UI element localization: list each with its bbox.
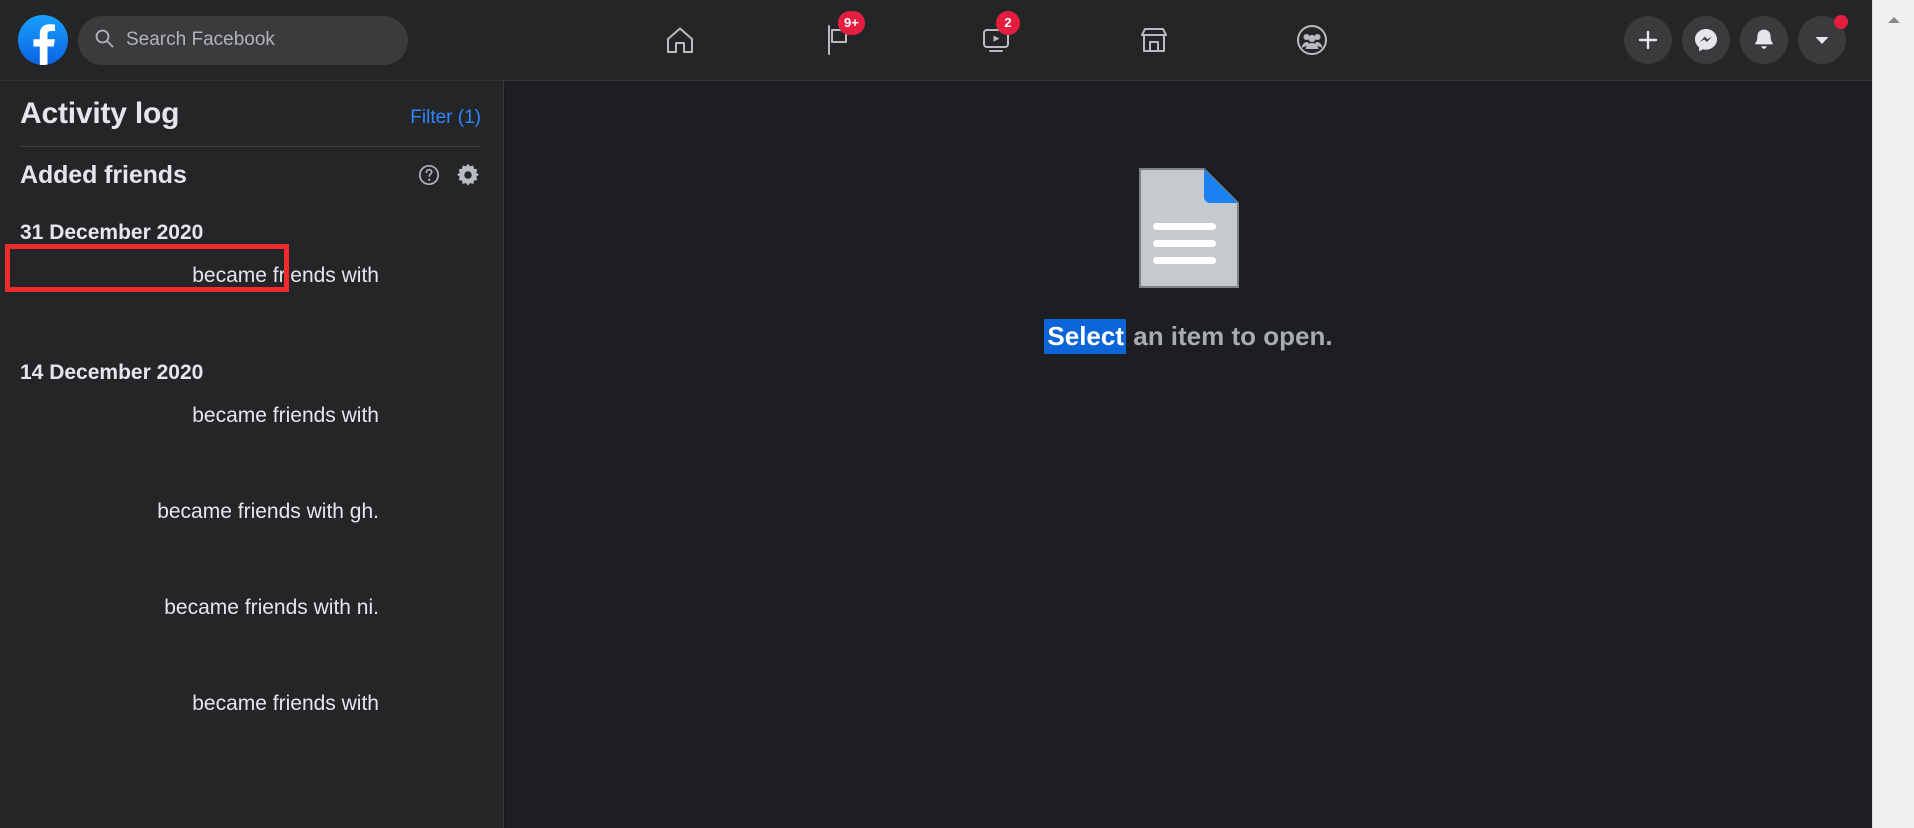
caret-up-icon <box>1886 14 1902 26</box>
avatar <box>28 599 114 685</box>
section-title: Added friends <box>20 160 187 189</box>
avatar <box>28 407 114 493</box>
nav-groups-button[interactable] <box>1282 14 1342 66</box>
facebook-logo-icon[interactable] <box>18 15 68 65</box>
avatar <box>28 267 114 353</box>
search-input[interactable]: Search Facebook <box>78 15 408 65</box>
sidebar-header: Activity log Filter (1) <box>0 81 503 131</box>
section-action-icons <box>417 162 481 188</box>
search-icon <box>94 28 114 53</box>
account-menu-button[interactable] <box>1798 15 1848 64</box>
empty-state-message: Select an item to open. <box>1044 319 1333 354</box>
gear-icon[interactable] <box>455 162 481 188</box>
topbar-actions-section <box>1624 15 1872 64</box>
plus-icon <box>1636 28 1660 52</box>
page-title: Activity log <box>20 97 180 130</box>
nav-marketplace-button[interactable] <box>1124 14 1184 66</box>
nav-watch-button[interactable]: 2 <box>966 11 1026 66</box>
section-header-added-friends: Added friends <box>0 147 503 203</box>
empty-state: Select an item to open. <box>1044 167 1333 354</box>
filter-link[interactable]: Filter (1) <box>410 107 481 129</box>
scrollbar-up-arrow[interactable] <box>1873 0 1914 40</box>
nav-home-button[interactable] <box>650 14 710 66</box>
pages-badge: 9+ <box>838 11 865 35</box>
chevron-down-icon <box>1810 28 1834 52</box>
empty-state-selected-word: Select <box>1044 319 1127 354</box>
list-item[interactable]: became friends with <box>0 251 503 353</box>
notifications-button[interactable] <box>1740 16 1788 64</box>
list-item[interactable]: became friends with <box>0 679 503 781</box>
nav-pages-button[interactable]: 9+ <box>808 11 868 66</box>
messenger-icon <box>1693 27 1719 53</box>
browser-scrollbar[interactable] <box>1872 0 1914 828</box>
storefront-icon <box>1136 22 1172 58</box>
avatar <box>28 503 114 589</box>
help-circle-icon[interactable] <box>417 163 441 187</box>
messenger-button[interactable] <box>1682 16 1730 64</box>
bell-icon <box>1751 27 1777 53</box>
date-group-label: 31 December 2020 <box>20 221 204 244</box>
activity-log-list: 31 December 2020 became friends with 14 … <box>0 203 503 781</box>
date-group: 31 December 2020 became friends with <box>0 207 503 353</box>
avatar <box>28 695 114 781</box>
main-content-panel: Select an item to open. <box>505 81 1872 828</box>
facebook-top-navigation-bar: Search Facebook 9+ 2 <box>0 0 1872 81</box>
document-icon <box>1138 167 1240 289</box>
topbar-left-section: Search Facebook <box>0 15 408 65</box>
watch-badge: 2 <box>996 11 1020 35</box>
activity-log-sidebar: Activity log Filter (1) Added friends 31… <box>0 81 504 828</box>
search-placeholder-text: Search Facebook <box>126 29 275 50</box>
list-item[interactable]: became friends with gh. <box>0 487 503 589</box>
groups-icon <box>1294 22 1330 58</box>
create-button[interactable] <box>1624 16 1672 64</box>
empty-state-rest-text: an item to open. <box>1126 321 1333 351</box>
topbar-nav-section: 9+ 2 <box>408 11 1624 66</box>
account-notification-dot <box>1834 15 1848 29</box>
date-group: 14 December 2020 became friends with bec… <box>0 347 503 781</box>
page-root: Search Facebook 9+ 2 Activity log Filter… <box>0 0 1914 828</box>
home-icon <box>662 22 698 58</box>
date-group-label: 14 December 2020 <box>20 361 204 384</box>
list-item[interactable]: became friends with <box>0 391 503 493</box>
list-item[interactable]: became friends with ni. <box>0 583 503 685</box>
